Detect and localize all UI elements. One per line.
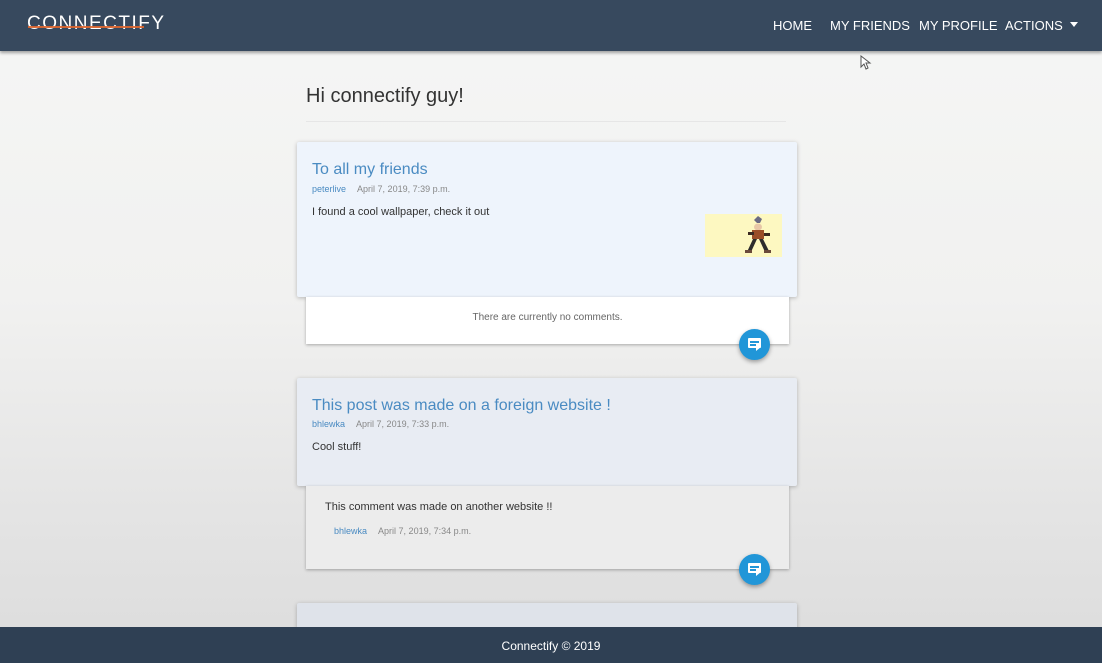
add-comment-button[interactable] bbox=[739, 554, 770, 585]
nav-my-friends[interactable]: MY FRIENDS bbox=[830, 18, 910, 33]
post-date: April 7, 2019, 7:33 p.m. bbox=[356, 419, 450, 429]
post-author[interactable]: peterlive bbox=[312, 184, 346, 194]
footer: Connectify © 2019 bbox=[0, 627, 1102, 663]
post-meta: bhlewka April 7, 2019, 7:33 p.m. bbox=[312, 419, 449, 429]
comment-text: This comment was made on another website… bbox=[325, 501, 553, 513]
post-card: To all my friends peterlive April 7, 201… bbox=[297, 142, 797, 297]
page-greeting: Hi connectify guy! bbox=[306, 85, 464, 107]
post-date: April 7, 2019, 7:39 p.m. bbox=[357, 184, 451, 194]
nav-home[interactable]: HOME bbox=[773, 18, 812, 33]
comment-meta: bhlewka April 7, 2019, 7:34 p.m. bbox=[334, 526, 471, 536]
comments-panel: This comment was made on another website… bbox=[306, 486, 789, 569]
comments-panel: There are currently no comments. bbox=[306, 297, 789, 344]
post-card: This post was made on a foreign website … bbox=[297, 378, 797, 486]
post-image[interactable] bbox=[705, 214, 782, 257]
brand-underline bbox=[28, 26, 144, 28]
comment-date: April 7, 2019, 7:34 p.m. bbox=[378, 526, 472, 536]
nav-actions[interactable]: ACTIONS bbox=[1005, 18, 1063, 33]
navbar: CONNECTIFY HOME MY FRIENDS MY PROFILE AC… bbox=[0, 0, 1102, 51]
comment-author[interactable]: bhlewka bbox=[334, 526, 367, 536]
post-body: Cool stuff! bbox=[312, 441, 362, 453]
post-body: I found a cool wallpaper, check it out bbox=[312, 206, 490, 218]
add-comment-button[interactable] bbox=[739, 329, 770, 360]
post-title[interactable]: This post was made on a foreign website … bbox=[312, 397, 611, 415]
no-comments-text: There are currently no comments. bbox=[472, 312, 623, 323]
post-meta: peterlive April 7, 2019, 7:39 p.m. bbox=[312, 184, 450, 194]
mouse-cursor-icon bbox=[860, 55, 872, 70]
character-illustration bbox=[745, 216, 771, 253]
brand-logo[interactable]: CONNECTIFY bbox=[27, 13, 166, 35]
nav-my-profile[interactable]: MY PROFILE bbox=[919, 18, 998, 33]
greeting-divider bbox=[306, 121, 786, 122]
post-title[interactable]: To all my friends bbox=[312, 161, 428, 179]
footer-copyright: Connectify © 2019 bbox=[501, 639, 601, 653]
post-author[interactable]: bhlewka bbox=[312, 419, 345, 429]
caret-down-icon[interactable] bbox=[1070, 22, 1078, 27]
